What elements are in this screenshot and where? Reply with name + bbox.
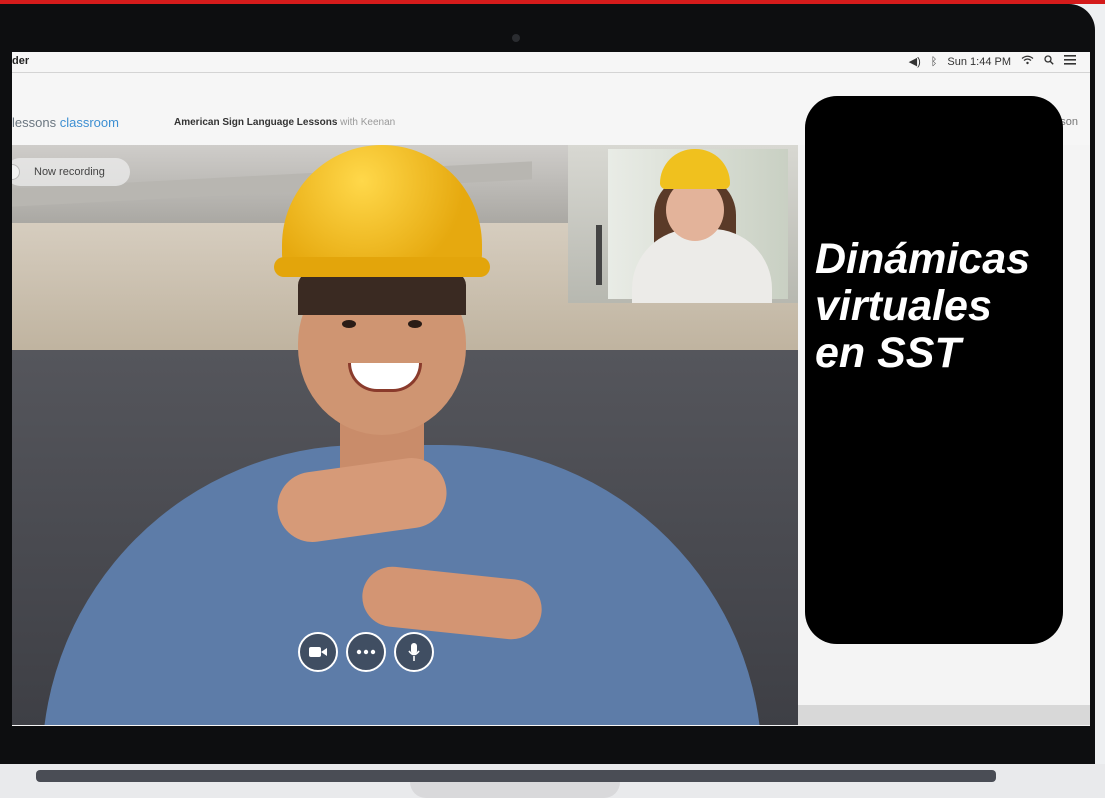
laptop-chin <box>0 726 1095 764</box>
presenter-eye <box>342 320 356 328</box>
app-logo[interactable]: lessons classroom <box>12 115 119 130</box>
recording-dot-icon <box>12 164 20 180</box>
laptop-hinge <box>410 782 620 798</box>
lesson-title: American Sign Language Lessons with Keen… <box>174 117 395 128</box>
menubar-clock[interactable]: Sun 1:44 PM <box>947 56 1011 68</box>
presenter-eye <box>408 320 422 328</box>
camera-toggle-button[interactable] <box>298 632 338 672</box>
list-icon[interactable] <box>1064 55 1076 68</box>
main-video-feed: Now recording <box>12 145 798 725</box>
self-view-lamp <box>596 225 602 285</box>
recording-indicator: Now recording <box>12 158 130 186</box>
side-panel-bottom-bar <box>798 705 1090 725</box>
laptop-base-strip <box>36 770 996 782</box>
wifi-icon[interactable] <box>1021 55 1034 68</box>
lesson-title-instructor: with Keenan <box>340 117 396 128</box>
promo-banner: Dinámicas virtuales en SST <box>805 96 1063 644</box>
hard-hat-brim <box>274 257 490 277</box>
volume-icon[interactable]: ◀︎) <box>909 55 921 68</box>
microphone-icon <box>408 643 420 661</box>
logo-primary-text: lessons <box>12 115 57 130</box>
call-controls <box>298 632 434 672</box>
promo-line-2: virtuales <box>815 282 992 330</box>
bluetooth-icon[interactable]: ᛒ <box>931 56 938 68</box>
search-icon[interactable] <box>1044 55 1054 68</box>
menubar-status-area: ◀︎) ᛒ Sun 1:44 PM <box>909 55 1076 68</box>
logo-accent-text: classroom <box>59 115 119 130</box>
promo-text: Dinámicas virtuales en SST <box>815 236 1065 377</box>
more-icon <box>356 649 376 655</box>
promo-line-3: en SST <box>815 329 961 377</box>
recording-label: Now recording <box>34 166 105 178</box>
menu-bar: der ◀︎) ᛒ Sun 1:44 PM <box>12 52 1090 73</box>
microphone-toggle-button[interactable] <box>394 632 434 672</box>
menubar-app-name[interactable]: der <box>12 55 29 67</box>
lesson-title-main: American Sign Language Lessons <box>174 117 338 128</box>
camera-icon <box>309 647 327 657</box>
self-view-video[interactable] <box>568 145 798 303</box>
more-options-button[interactable] <box>346 632 386 672</box>
webcam-icon <box>512 34 520 42</box>
promo-line-1: Dinámicas <box>815 235 1031 283</box>
